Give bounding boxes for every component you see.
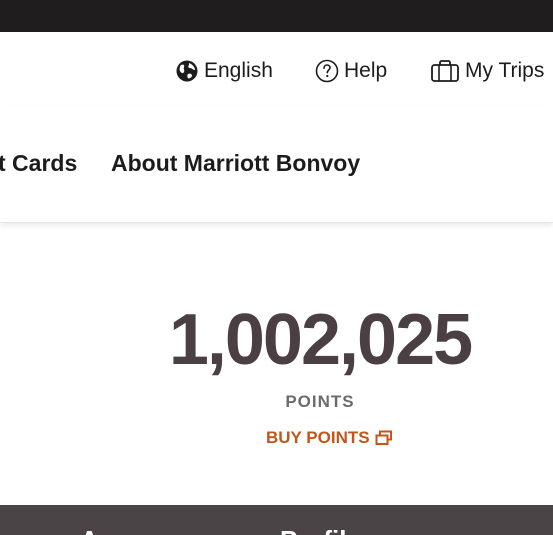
buy-points-link[interactable]: BUY POINTS (266, 428, 393, 448)
help-link[interactable]: Help (315, 56, 387, 86)
account-band: A Profil (0, 505, 553, 535)
language-selector[interactable]: English (175, 56, 273, 86)
my-trips-link[interactable]: My Trips (430, 56, 544, 86)
language-label: English (204, 59, 273, 82)
buy-points-label: BUY POINTS (266, 428, 370, 447)
nav-item-credit-cards[interactable]: t Cards (0, 150, 77, 177)
main-nav: t Cards About Marriott Bonvoy (0, 106, 553, 223)
points-label: POINTS (285, 392, 355, 411)
nav-item-about-marriott-bonvoy[interactable]: About Marriott Bonvoy (111, 150, 360, 177)
external-window-icon (375, 430, 393, 446)
points-balance: 1,002,025 (168, 300, 473, 380)
help-label: Help (344, 59, 388, 82)
globe-icon (175, 59, 199, 83)
suitcase-icon (430, 59, 460, 83)
my-trips-label: My Trips (465, 59, 545, 82)
question-circle-icon (315, 59, 339, 83)
top-strip (0, 0, 553, 32)
utility-bar: English Help My Trips (0, 32, 553, 106)
band-text-profile[interactable]: Profil (280, 525, 346, 535)
band-text-left: A (80, 525, 99, 535)
